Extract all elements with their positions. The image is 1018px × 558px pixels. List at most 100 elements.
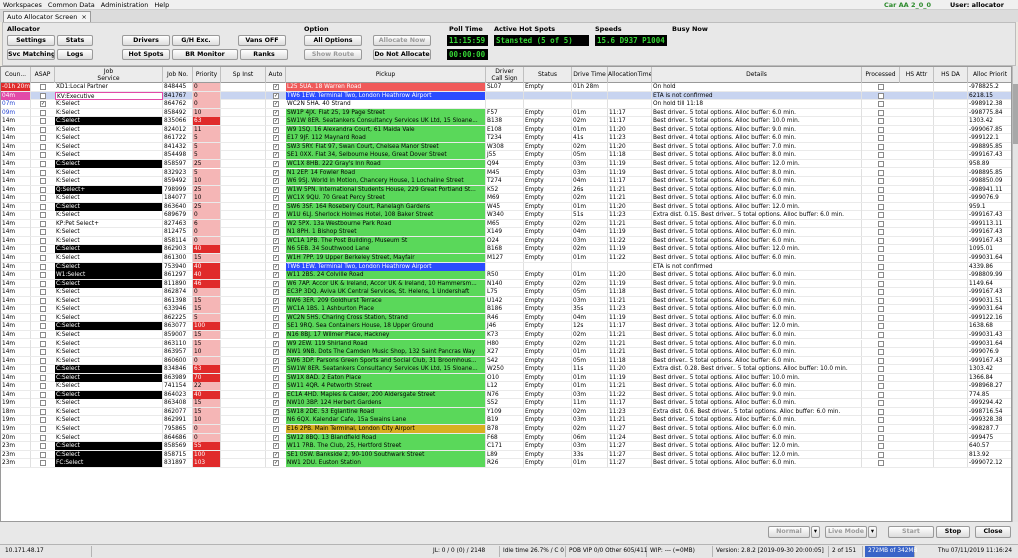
table-row[interactable]: 14m K:Select 858114 0 ✓ WC1A 1PB. The Post Bu… bbox=[1, 236, 1011, 246]
table-row[interactable]: 14m K:Select 863110 15 ✓ W9 2EW. 119 Shirland… bbox=[1, 339, 1011, 349]
asap-checkbox[interactable] bbox=[40, 195, 46, 202]
vertical-scrollbar[interactable] bbox=[1012, 66, 1018, 522]
auto-checkbox[interactable]: ✓ bbox=[273, 92, 279, 99]
auto-checkbox[interactable]: ✓ bbox=[273, 357, 279, 364]
normal-button[interactable]: Normal bbox=[768, 526, 810, 538]
stop-button[interactable]: Stop bbox=[936, 526, 970, 538]
auto-checkbox[interactable]: ✓ bbox=[273, 160, 279, 167]
table-row[interactable]: 23m FC:Select 831897 103 ✓ NW1 2DU. Euston St… bbox=[1, 459, 1011, 468]
scrollbar-thumb[interactable] bbox=[1013, 84, 1018, 144]
asap-checkbox[interactable] bbox=[40, 383, 46, 390]
processed-checkbox[interactable] bbox=[878, 340, 884, 347]
processed-checkbox[interactable] bbox=[878, 408, 884, 415]
ranks-button[interactable]: Ranks bbox=[240, 49, 288, 60]
stats-button[interactable]: Stats bbox=[57, 35, 93, 46]
processed-checkbox[interactable] bbox=[878, 255, 884, 261]
asap-checkbox[interactable] bbox=[40, 289, 46, 296]
table-row[interactable]: 14m C:Select 863077 100 ✓ SE1 9RQ. Sea Contai… bbox=[1, 322, 1011, 331]
table-row[interactable]: 14m C:Select 835066 63 ✓ SW1W 8ER. Seatankers… bbox=[1, 117, 1011, 126]
auto-checkbox[interactable]: ✓ bbox=[273, 220, 279, 227]
processed-checkbox[interactable] bbox=[878, 272, 884, 279]
auto-checkbox[interactable]: ✓ bbox=[273, 323, 279, 330]
menu-common-data[interactable]: Common Data bbox=[45, 0, 98, 10]
column-header-details[interactable]: Details bbox=[652, 67, 862, 83]
column-header-drive-time[interactable]: Drive Time bbox=[572, 67, 608, 83]
asap-checkbox[interactable] bbox=[40, 272, 46, 279]
asap-checkbox[interactable] bbox=[40, 160, 46, 167]
auto-checkbox[interactable]: ✓ bbox=[273, 101, 279, 108]
column-header-driver[interactable]: Driver Call Sign bbox=[486, 67, 524, 83]
table-row[interactable]: 14m K:Select 184077 10 ✓ WC1X 9QU. 70 Great P… bbox=[1, 194, 1011, 203]
column-header-count[interactable]: Coun... bbox=[1, 67, 31, 83]
table-row[interactable]: 14m K:Select 859492 10 ✓ W6 9SJ. World in Mot… bbox=[1, 177, 1011, 186]
auto-checkbox[interactable]: ✓ bbox=[273, 340, 279, 347]
asap-checkbox[interactable] bbox=[40, 280, 46, 287]
auto-checkbox[interactable]: ✓ bbox=[273, 195, 279, 202]
br-monitor-button[interactable]: BR Monitor bbox=[172, 49, 238, 60]
close-button[interactable]: Close bbox=[975, 526, 1011, 538]
processed-checkbox[interactable] bbox=[878, 220, 884, 227]
menu-workspaces[interactable]: Workspaces bbox=[0, 0, 45, 10]
table-row[interactable]: 19m K:Select 863408 15 ✓ NW10 3BP. 124 Herber… bbox=[1, 399, 1011, 408]
processed-checkbox[interactable] bbox=[878, 417, 884, 424]
table-row[interactable]: 14m C:Select 862903 40 ✓ N6 5EB. 34 Southwood… bbox=[1, 245, 1011, 254]
auto-checkbox[interactable]: ✓ bbox=[273, 426, 279, 432]
auto-checkbox[interactable]: ✓ bbox=[273, 443, 279, 450]
live-mode-button[interactable]: Live Mode bbox=[825, 526, 867, 538]
table-row[interactable]: 09m K:Select 858492 10 ✓ SW1P 4JX. Flat 25, 1… bbox=[1, 108, 1011, 118]
table-row[interactable]: 14m KP:Pet Select+ 827463 6 ✓ W2 5PX. 13a Wes… bbox=[1, 219, 1011, 229]
table-row[interactable]: 14m K:Select 863957 10 ✓ NW1 9NB. Dots The Ca… bbox=[1, 348, 1011, 357]
auto-checkbox[interactable]: ✓ bbox=[273, 246, 279, 253]
live-mode-dropdown-icon[interactable]: ▾ bbox=[868, 526, 877, 538]
auto-checkbox[interactable]: ✓ bbox=[273, 383, 279, 390]
table-row[interactable]: 14m C:Select 858597 25 ✓ WC1X 8HB. 222 Gray's… bbox=[1, 159, 1011, 169]
processed-checkbox[interactable] bbox=[878, 135, 884, 142]
column-header-sp-inst[interactable]: Sp Inst bbox=[221, 67, 266, 83]
column-header-hs-attr[interactable]: HS Attr bbox=[900, 67, 934, 83]
asap-checkbox[interactable] bbox=[40, 178, 46, 185]
asap-checkbox[interactable]: ✓ bbox=[40, 101, 46, 108]
start-button[interactable]: Start bbox=[888, 526, 934, 538]
asap-checkbox[interactable] bbox=[40, 400, 46, 407]
asap-checkbox[interactable] bbox=[40, 229, 46, 236]
auto-checkbox[interactable]: ✓ bbox=[273, 314, 279, 321]
table-row[interactable]: 14m K:Select 861398 15 ✓ NW6 3ER. 209 Goldhur… bbox=[1, 296, 1011, 306]
table-row[interactable]: 14m C:Select 834846 63 ✓ SW1W 8ER. Seatankers… bbox=[1, 365, 1011, 374]
auto-checkbox[interactable]: ✓ bbox=[273, 169, 279, 176]
auto-checkbox[interactable]: ✓ bbox=[273, 152, 279, 159]
settings-button[interactable]: Settings bbox=[7, 35, 55, 46]
table-row[interactable]: 14m K:Select 812475 0 ✓ N1 8PH. 1 Bishop Stre… bbox=[1, 228, 1011, 237]
asap-checkbox[interactable] bbox=[40, 357, 46, 364]
processed-checkbox[interactable] bbox=[878, 109, 884, 116]
asap-checkbox[interactable] bbox=[40, 443, 46, 450]
auto-checkbox[interactable]: ✓ bbox=[273, 126, 279, 133]
asap-checkbox[interactable] bbox=[40, 143, 46, 150]
asap-checkbox[interactable] bbox=[40, 84, 46, 90]
processed-checkbox[interactable] bbox=[878, 212, 884, 219]
close-icon[interactable]: × bbox=[81, 13, 86, 21]
auto-checkbox[interactable]: ✓ bbox=[273, 306, 279, 313]
asap-checkbox[interactable] bbox=[40, 331, 46, 338]
processed-checkbox[interactable] bbox=[878, 126, 884, 133]
asap-checkbox[interactable] bbox=[40, 152, 46, 159]
asap-checkbox[interactable] bbox=[40, 126, 46, 133]
processed-checkbox[interactable] bbox=[878, 323, 884, 330]
auto-checkbox[interactable]: ✓ bbox=[273, 118, 279, 125]
all-options-button[interactable]: All Options bbox=[304, 35, 362, 46]
asap-checkbox[interactable] bbox=[40, 426, 46, 432]
normal-dropdown-icon[interactable]: ▾ bbox=[811, 526, 820, 538]
auto-checkbox[interactable]: ✓ bbox=[273, 255, 279, 261]
asap-checkbox[interactable] bbox=[40, 169, 46, 176]
column-header-alloc-priority[interactable]: Alloc Priorit bbox=[968, 67, 1011, 83]
asap-checkbox[interactable] bbox=[40, 451, 46, 458]
asap-checkbox[interactable] bbox=[40, 297, 46, 304]
column-header-pickup[interactable]: Pickup bbox=[286, 67, 486, 83]
processed-checkbox[interactable] bbox=[878, 229, 884, 236]
hot-spots-button[interactable]: Hot Spots bbox=[122, 49, 170, 60]
asap-checkbox[interactable] bbox=[40, 460, 46, 467]
processed-checkbox[interactable] bbox=[878, 460, 884, 467]
table-row[interactable]: 14m K:Select 689679 0 ✓ W1U 6LJ. Sherlock Hol… bbox=[1, 211, 1011, 220]
asap-checkbox[interactable] bbox=[40, 434, 46, 441]
processed-checkbox[interactable] bbox=[878, 160, 884, 167]
asap-checkbox[interactable] bbox=[40, 408, 46, 415]
